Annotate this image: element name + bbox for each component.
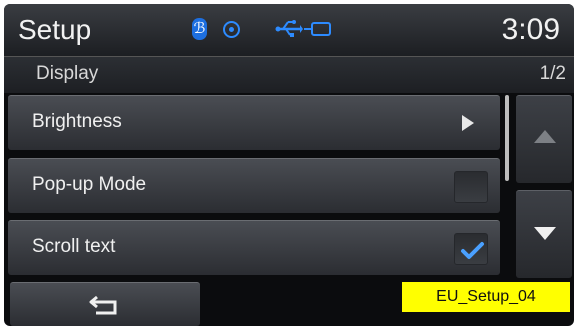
screen-title: Setup — [18, 14, 92, 45]
checkmark-icon — [461, 242, 484, 259]
scroll-down-button[interactable] — [516, 190, 572, 278]
arrow-down-icon — [534, 227, 556, 240]
menu-item-label: Scroll text — [32, 236, 116, 257]
menu-item-label: Pop-up Mode — [32, 174, 147, 195]
head-unit-screen: Setup ℬ 3:09 Display 1/2 Brightness Pop-… — [4, 4, 574, 326]
page-indicator: 1/2 — [539, 63, 566, 84]
section-header: Display 1/2 — [4, 57, 574, 93]
disc-icon — [223, 21, 240, 38]
bluetooth-icon: ℬ — [192, 18, 207, 40]
section-title: Display — [36, 63, 99, 84]
back-button[interactable] — [10, 282, 200, 326]
clock: 3:09 — [501, 13, 560, 46]
scrollbar[interactable] — [504, 95, 510, 275]
menu-item-label: Brightness — [32, 111, 122, 132]
figure-label: EU_Setup_04 — [402, 282, 570, 312]
scroll-text-checkbox[interactable] — [454, 233, 488, 265]
scrollbar-thumb[interactable] — [505, 95, 509, 181]
usb-icon — [275, 16, 303, 42]
arrow-up-icon — [534, 130, 556, 143]
arrow-right-icon — [462, 115, 474, 131]
popup-mode-checkbox[interactable] — [454, 171, 488, 203]
menu-item-popup-mode[interactable]: Pop-up Mode — [8, 158, 500, 213]
menu-item-brightness[interactable]: Brightness — [8, 95, 500, 150]
back-icon — [89, 295, 117, 315]
plug-icon — [304, 20, 334, 38]
status-bar: Setup ℬ 3:09 — [4, 4, 574, 57]
menu-item-scroll-text[interactable]: Scroll text — [8, 220, 500, 275]
scroll-up-button[interactable] — [516, 95, 572, 183]
